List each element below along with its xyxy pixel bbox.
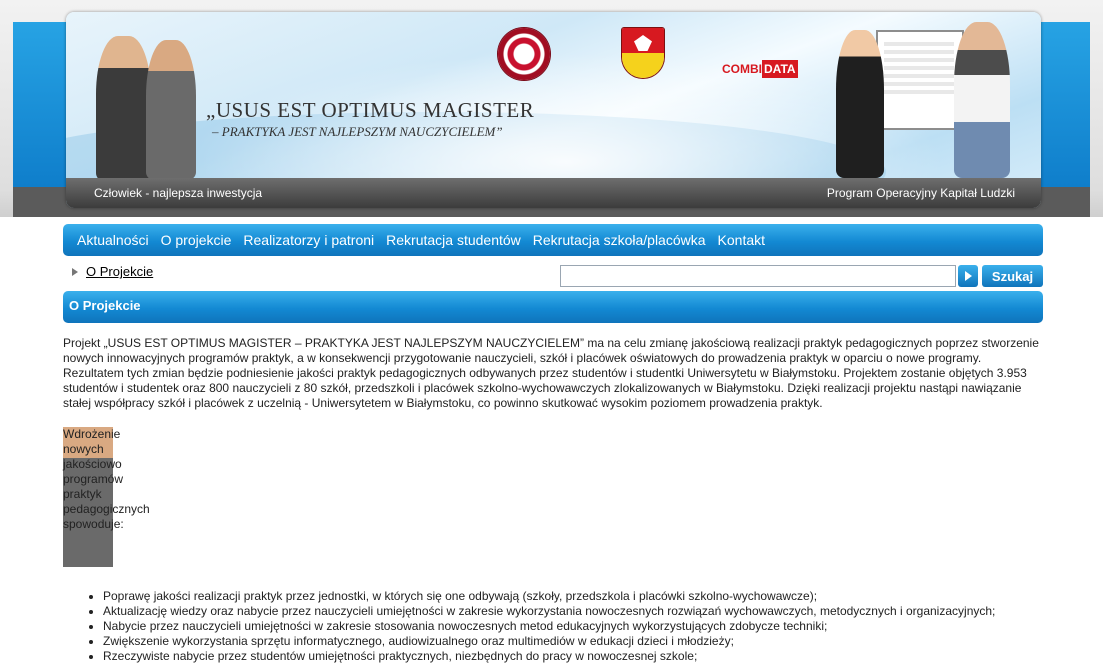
list-item: Nabycie przez nauczycieli umiejętności w… [103, 619, 1043, 634]
university-crest-icon [498, 28, 550, 80]
article-paragraph-lead: Wdrożenie nowych jakościowo programów pr… [63, 427, 150, 567]
article-paragraph-intro: Projekt „USUS EST OPTIMUS MAGISTER – PRA… [63, 336, 1039, 410]
breadcrumb-arrow-icon [72, 267, 78, 276]
search-input[interactable] [560, 265, 956, 287]
header-side-decoration-left [13, 22, 73, 187]
combidata-logo-left: COMBI [722, 62, 762, 76]
list-item: Rzeczywiste nabycie przez studentów umie… [103, 649, 1043, 664]
banner-slogan-sub: – PRAKTYKA JEST NAJLEPSZYM NAUCZYCIELEM” [212, 124, 503, 139]
bialystok-coat-of-arms-icon [622, 28, 664, 78]
list-item: Poprawę jakości realizacji praktyk przez… [103, 589, 1043, 604]
nav-item-rekrutacja-szkola-placowka[interactable]: Rekrutacja szkoła/placówka [533, 232, 706, 248]
teacher-photo [836, 30, 884, 178]
nav-item-o-projekcie[interactable]: O projekcie [161, 232, 232, 248]
student-photo-right [954, 22, 1010, 178]
nav-item-realizatorzy-i-patroni[interactable]: Realizatorzy i patroni [243, 232, 374, 248]
student-photo-left-second [146, 40, 196, 180]
nav-item-rekrutacja-studentow[interactable]: Rekrutacja studentów [386, 232, 521, 248]
article-content: Projekt „USUS EST OPTIMUS MAGISTER – PRA… [63, 336, 1043, 664]
banner-footer-bar: Człowiek - najlepsza inwestycja Program … [66, 178, 1041, 208]
list-item: Zwiększenie wykorzystania sprzętu inform… [103, 634, 1043, 649]
main-navigation: Aktualności O projekcie Realizatorzy i p… [63, 224, 1043, 256]
combidata-logo-icon: COMBI DATA [722, 60, 798, 78]
section-title: O Projekcie [69, 298, 141, 313]
nav-item-kontakt[interactable]: Kontakt [718, 232, 765, 248]
banner-footer-left-text: Człowiek - najlepsza inwestycja [94, 186, 263, 200]
combidata-logo-right: DATA [762, 60, 798, 78]
list-item: Aktualizację wiedzy oraz nabycie przez n… [103, 604, 1043, 619]
breadcrumb: O Projekcie [72, 264, 153, 279]
main-navigation-list: Aktualności O projekcie Realizatorzy i p… [63, 224, 1043, 256]
site-banner: „USUS EST OPTIMUS MAGISTER – PRAKTYKA JE… [66, 12, 1041, 208]
banner-slogan-main: „USUS EST OPTIMUS MAGISTER [206, 98, 535, 122]
section-header: O Projekcie [63, 291, 1043, 323]
article-bullet-list: Poprawę jakości realizacji praktyk przez… [63, 589, 1043, 664]
student-photo-left [96, 36, 151, 181]
banner-footer-right-text: Program Operacyjny Kapitał Ludzki [826, 186, 1015, 200]
search-button[interactable]: Szukaj [982, 265, 1043, 287]
breadcrumb-link-o-projekcie[interactable]: O Projekcie [86, 264, 153, 279]
search-arrow-icon[interactable] [958, 265, 978, 287]
whiteboard-photo [876, 30, 964, 130]
nav-item-aktualnosci[interactable]: Aktualności [77, 232, 149, 248]
